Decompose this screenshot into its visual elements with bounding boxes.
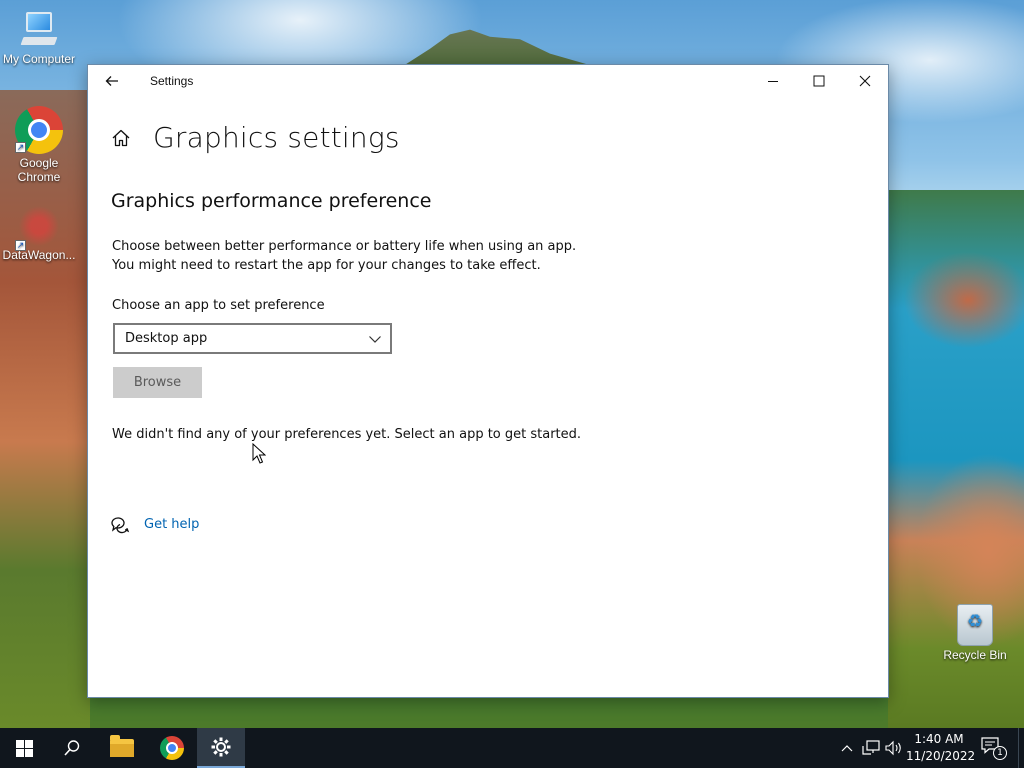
close-icon: [859, 75, 871, 87]
home-button[interactable]: [110, 127, 134, 151]
desktop-icon-label: My Computer: [2, 52, 76, 66]
taskbar-clock[interactable]: 1:40 AM 11/20/2022: [906, 731, 976, 765]
speaker-icon: [885, 740, 901, 756]
settings-icon: [211, 737, 231, 757]
show-hidden-icons-button[interactable]: [837, 738, 857, 758]
wallpaper-rocks-left: [0, 90, 90, 730]
recycle-bin-icon: [957, 604, 993, 646]
desktop-icon-label: Recycle Bin: [943, 648, 1007, 662]
desktop-icon-google-chrome[interactable]: ↗ Google Chrome: [1, 106, 77, 184]
browse-button[interactable]: Browse: [113, 367, 202, 398]
back-button[interactable]: [98, 67, 126, 95]
page-title: Graphics settings: [153, 121, 400, 154]
volume-control[interactable]: [884, 738, 904, 758]
start-icon: [15, 739, 33, 757]
choose-app-label: Choose an app to set preference: [112, 298, 325, 313]
minimize-icon: [768, 81, 778, 82]
taskbar-settings[interactable]: [197, 728, 245, 768]
notification-count-badge: 1: [993, 746, 1007, 760]
shortcut-arrow-icon: ↗: [15, 240, 26, 251]
shortcut-arrow-icon: ↗: [15, 142, 26, 153]
network-status[interactable]: [861, 738, 881, 758]
back-arrow-icon: [105, 76, 118, 86]
app-type-dropdown[interactable]: Desktop app: [113, 323, 392, 354]
network-icon: [862, 740, 880, 755]
taskbar-chrome[interactable]: [148, 728, 196, 768]
close-button[interactable]: [842, 65, 888, 97]
show-desktop-button[interactable]: [1018, 728, 1024, 768]
window-title: Settings: [150, 74, 194, 88]
get-help-icon: [110, 514, 130, 534]
description: Choose between better performance or bat…: [112, 237, 576, 275]
start-button[interactable]: [0, 728, 48, 768]
section-title: Graphics performance preference: [111, 190, 432, 212]
clock-time: 1:40 AM: [914, 732, 964, 746]
chevron-up-icon: [841, 745, 853, 752]
search-icon: [64, 740, 80, 756]
taskbar: 1:40 AM 11/20/2022 1: [0, 728, 1024, 768]
empty-preferences-message: We didn't find any of your preferences y…: [112, 427, 582, 442]
clock-date: 11/20/2022: [906, 749, 976, 763]
home-icon: [112, 129, 130, 147]
maximize-button[interactable]: [796, 65, 842, 97]
desktop-icon-label: DataWagon...: [2, 248, 76, 262]
chevron-down-icon: [369, 336, 381, 343]
taskbar-file-explorer[interactable]: [98, 728, 146, 768]
monitor-icon: [20, 10, 58, 50]
maximize-icon: [813, 75, 825, 87]
title-bar[interactable]: Settings: [88, 65, 888, 97]
taskbar-search-button[interactable]: [48, 728, 96, 768]
get-help-link[interactable]: Get help: [144, 517, 199, 532]
action-center-button[interactable]: 1: [980, 736, 1007, 760]
dropdown-selected-value: Desktop app: [125, 331, 208, 346]
desktop-icon-recycle-bin[interactable]: Recycle Bin: [937, 604, 1013, 662]
description-line: You might need to restart the app for yo…: [112, 258, 541, 273]
settings-window: Settings Graphics settings Graphics perf…: [87, 64, 889, 698]
description-line: Choose between better performance or bat…: [112, 239, 577, 254]
desktop-icon-datawagon[interactable]: ↗ DataWagon...: [1, 206, 77, 262]
file-explorer-icon: [110, 735, 134, 757]
minimize-button[interactable]: [750, 65, 796, 97]
chrome-icon: [160, 736, 184, 760]
desktop-icon-my-computer[interactable]: My Computer: [1, 10, 77, 66]
desktop-icon-label: Google Chrome: [17, 156, 61, 184]
mouse-pointer-icon: [252, 443, 266, 464]
